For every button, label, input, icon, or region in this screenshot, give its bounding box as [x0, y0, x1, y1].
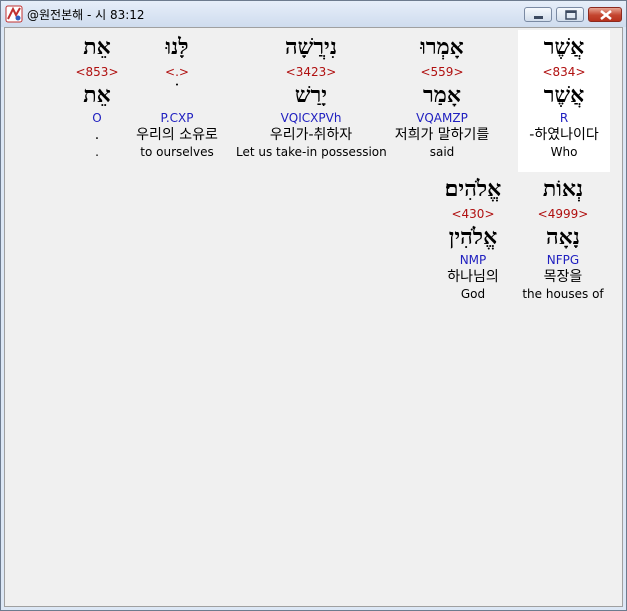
english-gloss: to ourselves: [140, 145, 214, 159]
morphology-code: NFPG: [546, 253, 580, 267]
english-gloss: said: [429, 145, 455, 159]
title-bar[interactable]: @원전본해 - 시 83:12: [1, 1, 626, 27]
minimize-button[interactable]: [524, 7, 552, 22]
english-gloss: Who: [550, 145, 578, 159]
strong-number-link[interactable]: <834>: [518, 64, 610, 80]
korean-gloss: 목장을: [543, 269, 583, 285]
window-title: @원전본해 - 시 83:12: [27, 8, 145, 22]
strong-number-link[interactable]: <559>: [392, 64, 492, 80]
english-gloss: Let us take-in possession: [236, 145, 387, 159]
word-block-430[interactable]: אֱלֹהִים׃ <430> אֱלֹהִין NMP 하나님의 God: [423, 172, 523, 302]
lemma-word: נָאָה: [546, 224, 580, 250]
lemma-word: יָרַשׁ: [294, 82, 328, 108]
korean-gloss: 하나님의: [447, 269, 499, 285]
strong-number-link[interactable]: <853>: [57, 64, 137, 80]
hebrew-word: לָּנוּ: [165, 34, 189, 60]
app-window: @원전본해 - 시 83:12 אֲשֶׁר <834> אֲשֶׁר R -하…: [0, 0, 627, 611]
korean-gloss: -하였나이다: [529, 127, 599, 143]
lemma-word: אֲשֶׁר: [543, 82, 585, 108]
strong-number-link[interactable]: <4999>: [513, 206, 613, 222]
lemma-word: אָמַר: [423, 82, 461, 108]
morphology-code: VQAMZP: [416, 111, 468, 125]
word-block-853[interactable]: אֵת <853> אֵת O . .: [57, 30, 137, 160]
maximize-button[interactable]: [556, 7, 584, 22]
minimize-icon: [534, 16, 543, 19]
korean-gloss: 우리가-취하자: [269, 127, 353, 143]
word-block-559[interactable]: אָמְרוּ <559> אָמַר VQAMZP 저희가 말하기를 said: [392, 30, 492, 160]
strong-number-link[interactable]: <430>: [423, 206, 523, 222]
morphology-code: VQICXPVh: [280, 111, 342, 125]
morphology-code: R: [559, 111, 569, 125]
lemma-word: אֵת: [83, 82, 111, 108]
english-gloss: God: [460, 287, 486, 301]
hebrew-word: אֵת: [83, 34, 111, 60]
morphology-code: NMP: [459, 253, 487, 267]
close-button[interactable]: [588, 7, 622, 22]
word-block-834[interactable]: אֲשֶׁר <834> אֲשֶׁר R -하였나이다 Who: [518, 30, 610, 172]
english-gloss: the houses of: [522, 287, 604, 301]
hebrew-word: אָמְרוּ: [420, 34, 464, 60]
korean-gloss: 우리의 소유로: [136, 127, 218, 143]
korean-gloss: .: [94, 127, 100, 143]
hebrew-word: נְאוֹת: [542, 176, 584, 202]
morphology-code: O: [92, 111, 102, 125]
hebrew-word: אֲשֶׁר: [543, 34, 585, 60]
app-icon: [5, 5, 23, 23]
hebrew-word: נִירֲשָׁה: [285, 34, 337, 60]
lemma-word: ׄ: [127, 80, 227, 110]
word-block-4999[interactable]: נְאוֹת <4999> נָאָה NFPG 목장을 the houses …: [513, 172, 613, 302]
maximize-icon: [565, 10, 577, 20]
english-gloss: .: [95, 145, 99, 159]
morphology-code: P.CXP: [160, 111, 194, 125]
korean-gloss: 저희가 말하기를: [394, 127, 490, 143]
interlinear-panel[interactable]: אֲשֶׁר <834> אֲשֶׁר R -하였나이다 Who אָמְרוּ…: [4, 27, 623, 607]
strong-number-link[interactable]: <.>: [127, 64, 227, 80]
strong-number-link[interactable]: <3423>: [236, 64, 386, 80]
word-block-lanu[interactable]: לָּנוּ <.> ׄ P.CXP 우리의 소유로 to ourselves: [127, 30, 227, 160]
lemma-word: אֱלֹהִין: [448, 224, 498, 250]
close-icon: [600, 10, 612, 20]
word-block-3423[interactable]: נִירֲשָׁה <3423> יָרַשׁ VQICXPVh 우리가-취하자…: [236, 30, 387, 160]
hebrew-word: אֱלֹהִים׃: [444, 176, 502, 202]
